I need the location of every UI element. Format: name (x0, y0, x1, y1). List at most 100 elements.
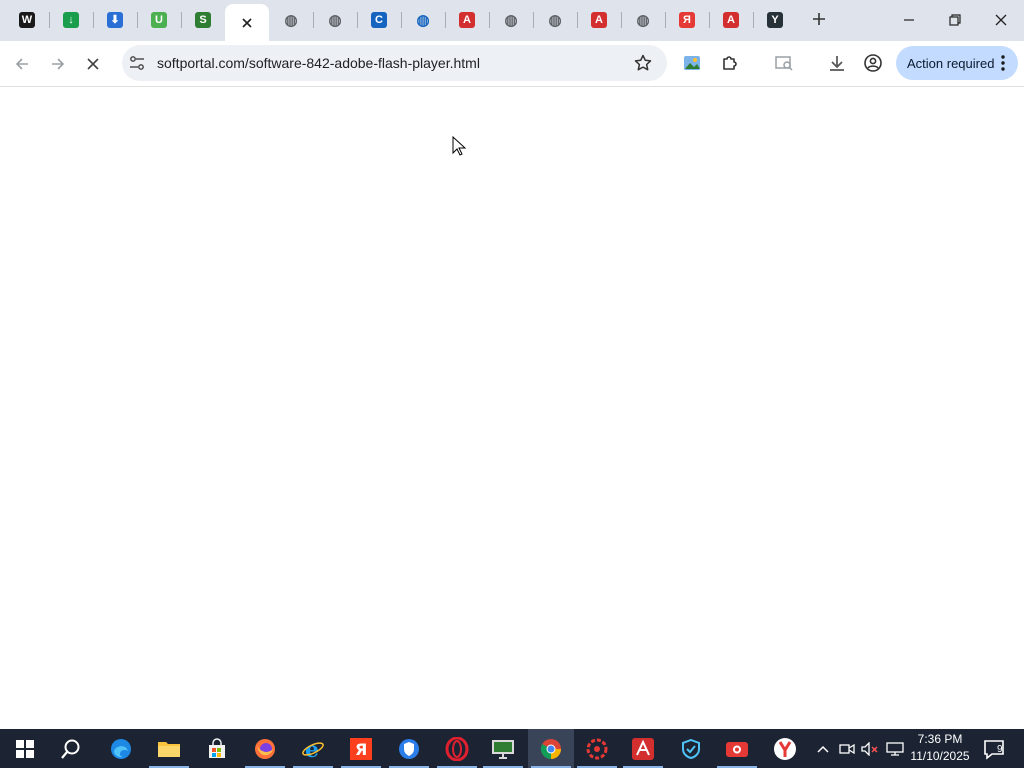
notification-count-badge: 9 (997, 744, 1003, 755)
taskbar-opera[interactable] (434, 729, 480, 768)
taskbar-clock[interactable]: 7:36 PM 11/10/2025 (905, 731, 975, 767)
acrobat-icon (632, 737, 654, 760)
download-icon (830, 56, 844, 71)
tab-strip: W ↓ ⬇ U S ◍ ◍ C ◍ A ◍ ◍ A ◍ Я A Y (0, 0, 1024, 41)
browser-toolbar: softportal.com/software-842-adobe-flash-… (0, 41, 1024, 87)
mouse-cursor-icon (452, 136, 466, 156)
taskbar-yandex[interactable]: Я (338, 729, 384, 768)
red-logo-icon: A (591, 12, 607, 28)
notification-center-icon[interactable] (980, 735, 1008, 763)
folder-icon (158, 741, 180, 757)
extensions-button[interactable] (719, 52, 741, 74)
taskbar-chrome[interactable] (528, 729, 574, 768)
browser-tab[interactable]: ◍ (269, 4, 313, 36)
c-logo-icon: C (371, 12, 387, 28)
tray-volume[interactable] (859, 729, 881, 768)
site-settings-icon[interactable] (128, 54, 146, 72)
browser-tab[interactable]: ◍ (621, 4, 665, 36)
browser-tab[interactable] (225, 4, 269, 41)
browser-tab[interactable]: S (181, 4, 225, 36)
globe-tab-icon: ◍ (284, 11, 298, 29)
taskbar-acrobat[interactable] (620, 729, 666, 768)
browser-tab[interactable]: A (709, 4, 753, 36)
shield-icon (682, 738, 700, 759)
taskbar-video-app[interactable] (714, 729, 760, 768)
taskbar-file-explorer[interactable] (146, 729, 192, 768)
browser-tab[interactable]: Y (753, 4, 797, 36)
close-window-button[interactable] (978, 0, 1024, 40)
browser-tab[interactable]: ◍ (313, 4, 357, 36)
reading-mode-button[interactable] (773, 52, 795, 74)
search-button[interactable] (48, 729, 94, 768)
browser-tab[interactable]: ◍ (401, 4, 445, 36)
video-camera-icon (839, 743, 855, 754)
green-u-icon: U (151, 12, 167, 28)
minimize-icon (904, 19, 914, 21)
y-logo-icon: Y (767, 12, 783, 28)
close-tab-icon[interactable] (241, 17, 253, 29)
yandex-icon: Я (679, 12, 695, 28)
forward-button[interactable] (43, 49, 73, 79)
yandex-icon: Я (350, 737, 372, 760)
taskbar-defender[interactable] (668, 729, 714, 768)
blue-download-icon: ⬇ (107, 12, 123, 28)
url-text[interactable]: softportal.com/software-842-adobe-flash-… (157, 55, 480, 71)
puzzle-icon (723, 56, 737, 70)
action-required-button[interactable]: Action required (896, 46, 1018, 80)
taskbar-monitor-app[interactable] (480, 729, 526, 768)
taskbar-edge[interactable] (98, 729, 144, 768)
plus-icon (813, 13, 825, 25)
downloads-button[interactable] (826, 52, 848, 74)
firefox-icon (255, 738, 275, 759)
network-icon (886, 741, 904, 756)
restore-button[interactable] (932, 0, 978, 40)
browser-tab[interactable]: A (577, 4, 621, 36)
stop-loading-button[interactable] (78, 49, 108, 79)
profile-button[interactable] (862, 52, 884, 74)
browser-tab[interactable]: Я (665, 4, 709, 36)
s-logo-icon: S (195, 12, 211, 28)
taskbar-internet-explorer[interactable]: e (290, 729, 336, 768)
minimize-button[interactable] (886, 0, 932, 40)
tray-network[interactable] (884, 729, 906, 768)
globe-tab-icon: ◍ (636, 11, 650, 29)
browser-tab[interactable]: ◍ (533, 4, 577, 36)
tray-meet-now[interactable] (836, 729, 858, 768)
chevron-up-icon (817, 745, 829, 753)
browser-tab[interactable]: W (5, 4, 49, 36)
store-bag-icon (209, 737, 225, 758)
svg-text:Я: Я (355, 740, 367, 759)
action-required-label: Action required (907, 56, 995, 71)
browser-tab[interactable]: ⬇ (93, 4, 137, 36)
taskbar-firefox[interactable] (242, 729, 288, 768)
extension-image-icon[interactable] (681, 52, 703, 74)
yandex-browser-icon (774, 737, 796, 760)
w-logo-icon: W (19, 12, 35, 28)
windows-logo-icon (16, 739, 34, 758)
taskbar-brave[interactable] (386, 729, 432, 768)
address-bar[interactable]: softportal.com/software-842-adobe-flash-… (122, 45, 667, 81)
taskbar-vpn-app[interactable] (574, 729, 620, 768)
start-button[interactable] (2, 729, 48, 768)
camera-icon (726, 741, 748, 757)
back-button[interactable] (7, 49, 37, 79)
browser-tab[interactable]: ◍ (489, 4, 533, 36)
browser-tab[interactable]: U (137, 4, 181, 36)
taskbar-store[interactable] (194, 729, 240, 768)
browser-tab[interactable]: C (357, 4, 401, 36)
search-page-icon (775, 56, 793, 71)
new-tab-button[interactable] (806, 6, 832, 32)
browser-window: W ↓ ⬇ U S ◍ ◍ C ◍ A ◍ ◍ A ◍ Я A Y softportal.com/softwar… (0, 0, 1024, 729)
tray-overflow-button[interactable] (812, 729, 834, 768)
green-download-icon: ↓ (63, 12, 79, 28)
speaker-muted-icon (861, 741, 878, 756)
browser-tab[interactable]: A (445, 4, 489, 36)
page-content[interactable] (0, 88, 1024, 729)
taskbar-yandex-browser[interactable] (762, 729, 808, 768)
bookmark-star-icon[interactable] (633, 53, 653, 73)
more-vertical-icon[interactable] (997, 54, 1009, 72)
red-gear-icon (586, 738, 608, 759)
search-icon (61, 739, 80, 759)
browser-tab[interactable]: ↓ (49, 4, 93, 36)
svg-text:e: e (305, 737, 319, 761)
